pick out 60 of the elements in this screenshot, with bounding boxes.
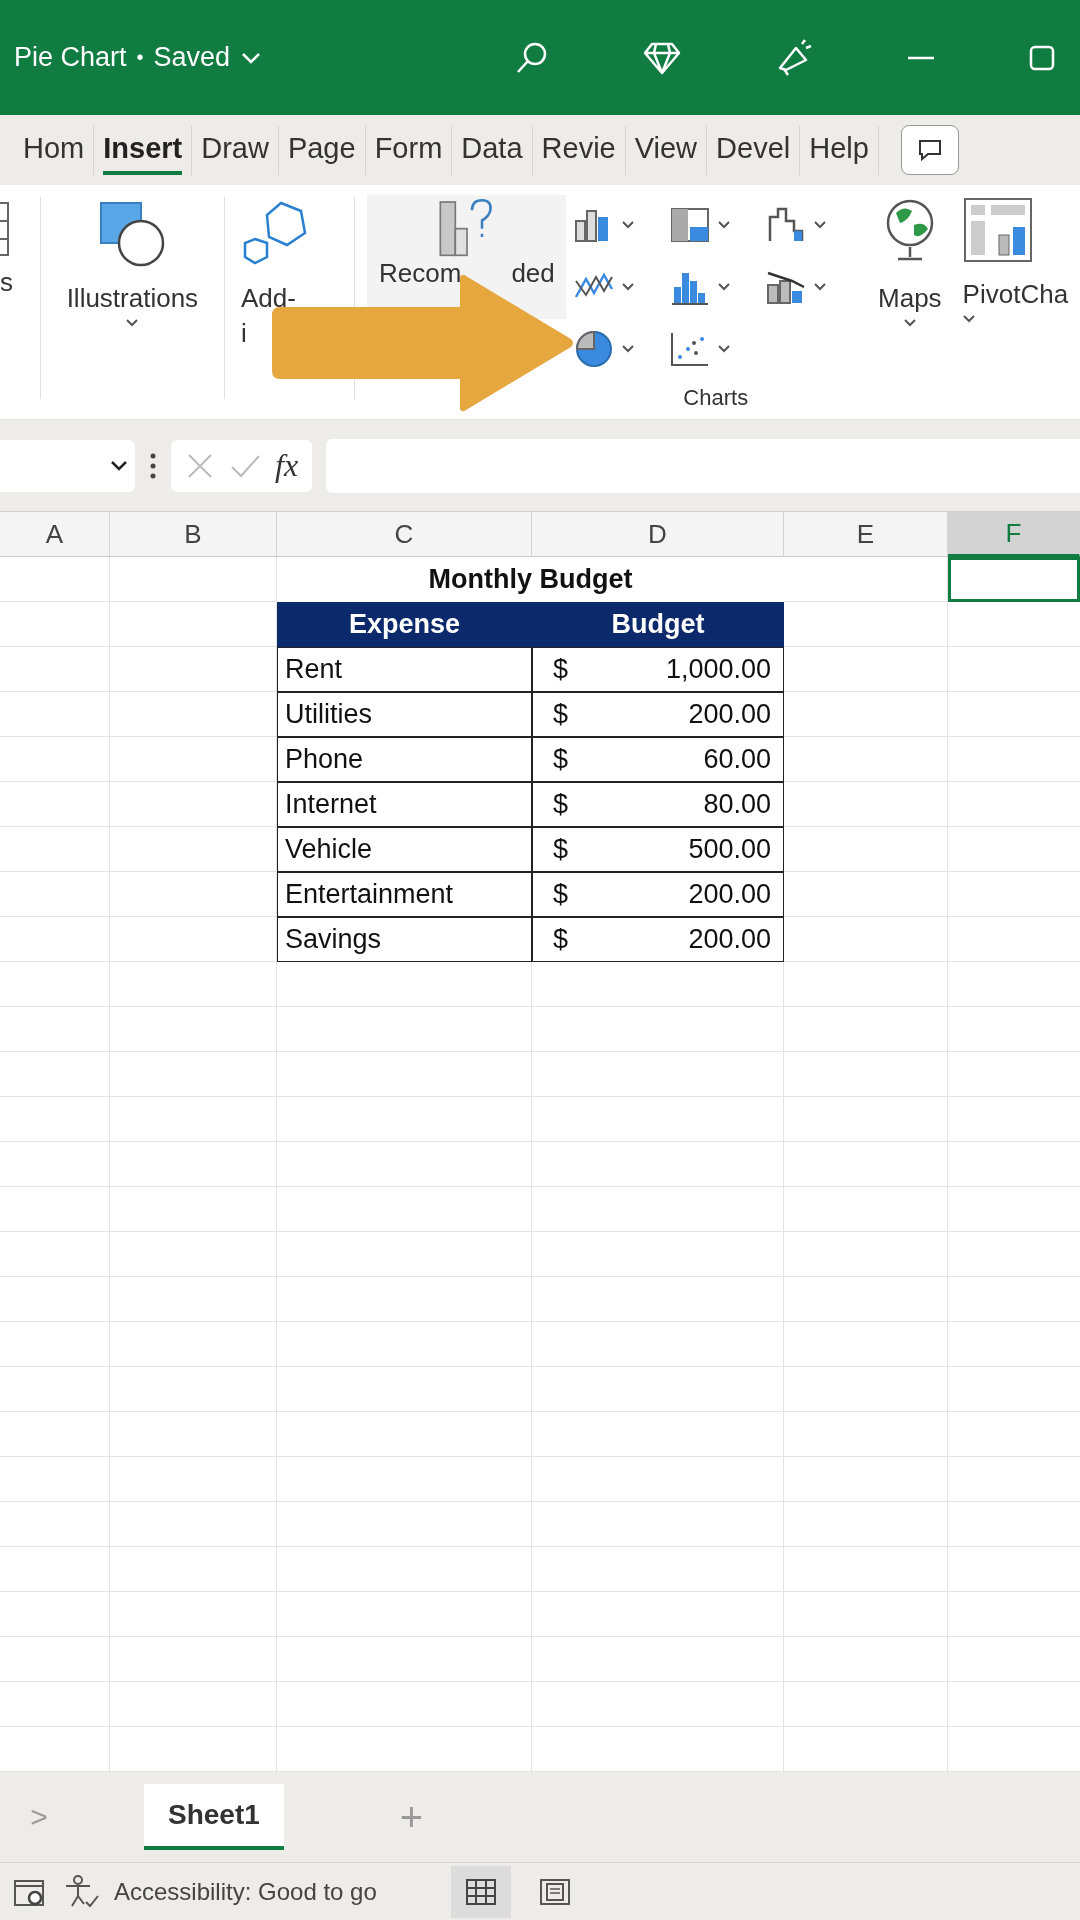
table-cell: $ 1,000.00 (532, 647, 784, 692)
table-cell: Vehicle (277, 827, 532, 872)
table-cell: $ 200.00 (532, 917, 784, 962)
table-cell: Internet (277, 782, 532, 827)
ribbon-label: s (0, 267, 13, 298)
ribbon-tab[interactable]: Revie (532, 125, 626, 175)
document-title[interactable]: Pie Chart • Saved (14, 42, 263, 73)
ribbon-tab[interactable]: Help (800, 125, 879, 175)
maps-button[interactable]: Maps (876, 279, 944, 318)
ribbon-label: Add- (240, 283, 296, 314)
table-title: Monthly Budget (277, 557, 784, 602)
caret-icon[interactable] (619, 344, 636, 354)
caret-icon (124, 318, 141, 328)
table-cell: Rent (277, 647, 532, 692)
ribbon-tab[interactable]: Page (278, 125, 366, 175)
ribbon-tab[interactable]: Devel (707, 125, 801, 175)
table-cell: Utilities (277, 692, 532, 737)
maximize-icon[interactable] (1028, 43, 1056, 72)
accessibility-status[interactable]: Accessibility: Good to go (114, 1877, 377, 1906)
normal-view-button[interactable] (450, 1865, 511, 1918)
illustrations-button[interactable]: Illustrations (64, 279, 201, 318)
caret-icon[interactable] (619, 282, 636, 292)
page-icon[interactable] (537, 1876, 572, 1907)
ribbon-label: Recom (379, 259, 462, 287)
caret-icon[interactable] (619, 220, 636, 230)
table-cell: $ 80.00 (532, 782, 784, 827)
table-cell: $ 60.00 (532, 737, 784, 782)
ribbon-tab[interactable]: Form (365, 125, 453, 175)
table-cell: Savings (277, 917, 532, 962)
ribbon-tab[interactable]: Data (452, 125, 533, 175)
pivot-chart-button[interactable]: PivotCha (960, 275, 1071, 314)
table-icon[interactable] (0, 199, 10, 259)
caret-icon[interactable] (715, 344, 732, 354)
column-header[interactable]: F (948, 512, 1080, 557)
column-heading: Expense (277, 602, 532, 647)
insert-function-button[interactable]: fx (275, 447, 299, 484)
caret-icon[interactable] (811, 282, 828, 292)
grid-icon[interactable] (463, 1876, 498, 1907)
comments-button[interactable] (900, 125, 959, 175)
ribbon-tab[interactable]: Draw (192, 125, 279, 175)
ribbon-label: ded (511, 259, 555, 287)
ribbon-label: i (240, 318, 247, 349)
ribbon-tab[interactable]: View (625, 125, 708, 175)
caret-icon (240, 50, 263, 65)
table-cell: $ 200.00 (532, 872, 784, 917)
table-cell: $ 500.00 (532, 827, 784, 872)
group-label: Charts (683, 385, 749, 411)
table-cell: Phone (277, 737, 532, 782)
caret-icon (960, 314, 977, 324)
sheet-tab[interactable]: Sheet1 (144, 1784, 284, 1850)
column-heading: Budget (532, 602, 784, 647)
table-cell: $ 200.00 (532, 692, 784, 737)
caret-icon[interactable] (811, 220, 828, 230)
table-cell: Entertainment (277, 872, 532, 917)
caret-icon[interactable] (715, 220, 732, 230)
caret-icon[interactable] (715, 282, 732, 292)
minimize-icon[interactable] (906, 54, 936, 61)
selected-cell[interactable] (948, 557, 1080, 602)
caret-icon[interactable] (109, 459, 129, 472)
caret-icon (901, 318, 918, 328)
